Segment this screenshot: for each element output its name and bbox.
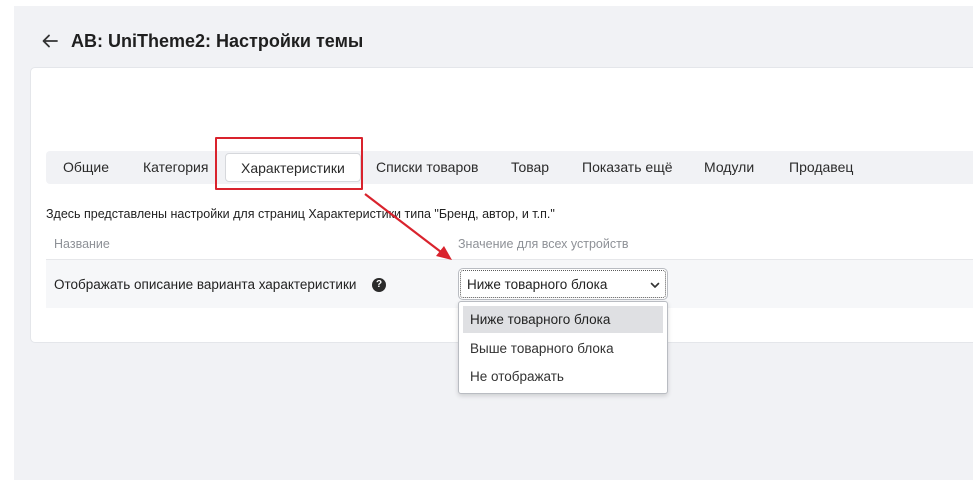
chevron-down-icon <box>650 282 660 288</box>
page-title: AB: UniTheme2: Настройки темы <box>71 31 364 51</box>
setting-label: Отображать описание варианта характерист… <box>54 277 357 292</box>
tab-bar: Общие Категория Характеристики Списки то… <box>46 151 973 184</box>
option-do-not-display[interactable]: Не отображать <box>463 363 663 390</box>
tab-general[interactable]: Общие <box>63 151 109 184</box>
section-description: Здесь представлены настройки для страниц… <box>46 207 555 221</box>
tab-show-more[interactable]: Показать ещё <box>582 151 673 184</box>
variant-description-select[interactable]: Ниже товарного блока <box>458 268 668 300</box>
top-strip <box>0 0 973 6</box>
back-arrow-icon[interactable] <box>40 31 60 51</box>
help-icon[interactable]: ? <box>372 278 386 292</box>
option-below-product-block[interactable]: Ниже товарного блока <box>463 306 663 333</box>
column-header-value: Значение для всех устройств <box>458 237 629 251</box>
select-dropdown-list: Ниже товарного блока Выше товарного блок… <box>458 301 668 394</box>
tab-product-lists[interactable]: Списки товаров <box>376 151 478 184</box>
tab-characteristics[interactable]: Характеристики <box>225 153 361 182</box>
option-above-product-block[interactable]: Выше товарного блока <box>463 335 663 362</box>
tab-vendor[interactable]: Продавец <box>789 151 853 184</box>
select-value: Ниже товарного блока <box>467 277 608 292</box>
tab-category[interactable]: Категория <box>143 151 208 184</box>
tab-product[interactable]: Товар <box>511 151 549 184</box>
tab-modules[interactable]: Модули <box>704 151 754 184</box>
column-header-name: Название <box>54 237 110 251</box>
